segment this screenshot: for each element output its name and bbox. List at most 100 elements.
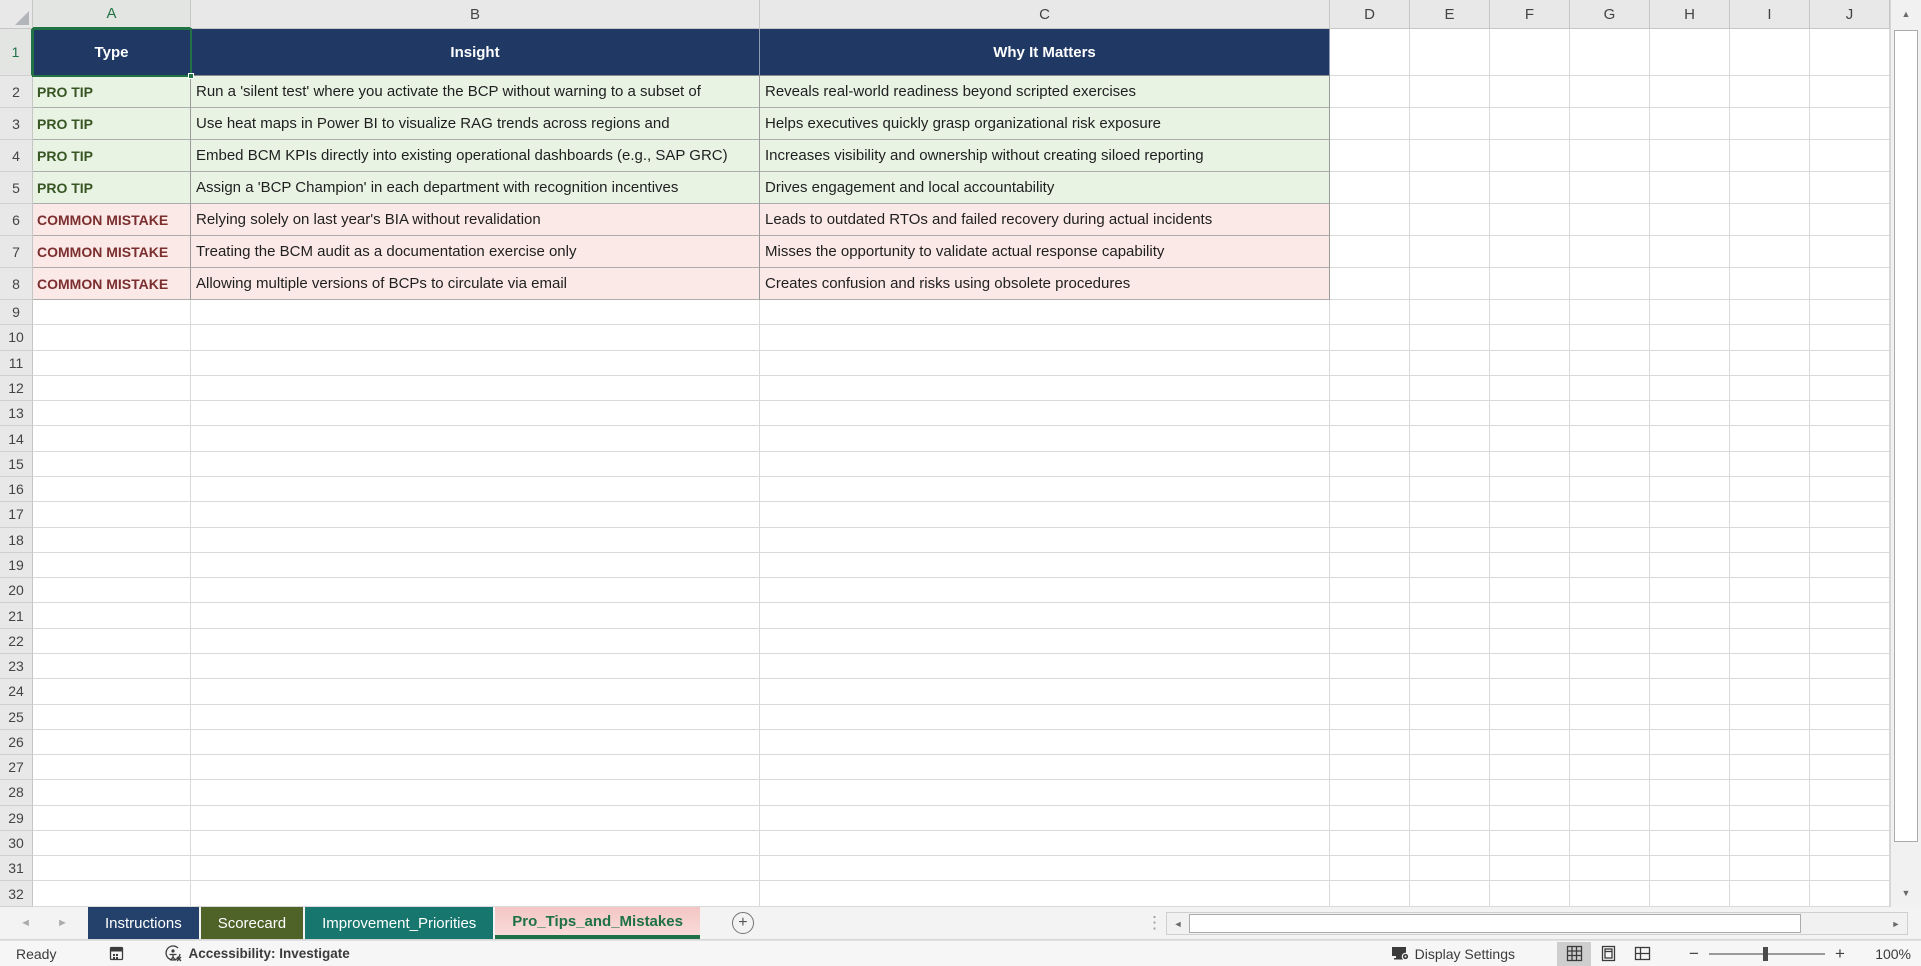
cell-G23[interactable] [1570,653,1650,680]
cell-D15[interactable] [1330,451,1410,477]
cell-B26[interactable] [191,729,760,756]
cell-E27[interactable] [1410,755,1490,781]
cell-H1[interactable] [1650,29,1730,76]
cell-B28[interactable] [191,780,760,806]
row-header-15[interactable]: 15 [0,451,33,477]
cell-C28[interactable] [760,780,1330,806]
sheet-tab-improvement_priorities[interactable]: Improvement_Priorities [305,907,494,939]
cell-E21[interactable] [1410,603,1490,629]
cell-J28[interactable] [1810,780,1890,806]
cell-J23[interactable] [1810,653,1890,680]
cell-E19[interactable] [1410,552,1490,579]
cell-C9[interactable] [760,300,1330,326]
cell-E15[interactable] [1410,451,1490,477]
cell-G14[interactable] [1570,426,1650,452]
cell-C29[interactable] [760,805,1330,831]
cell-D8[interactable] [1330,268,1410,300]
cell-I9[interactable] [1730,300,1810,326]
cell-C15[interactable] [760,451,1330,477]
cell-E3[interactable] [1410,108,1490,140]
cell-C4[interactable]: Increases visibility and ownership witho… [760,140,1330,172]
cell-C8[interactable]: Creates confusion and risks using obsole… [760,268,1330,300]
cell-E32[interactable] [1410,881,1490,907]
cell-E29[interactable] [1410,805,1490,831]
cell-E22[interactable] [1410,628,1490,654]
cell-E18[interactable] [1410,527,1490,553]
cell-E14[interactable] [1410,426,1490,452]
cell-I25[interactable] [1730,704,1810,730]
cell-C5[interactable]: Drives engagement and local accountabili… [760,172,1330,204]
cell-E4[interactable] [1410,140,1490,172]
cell-D31[interactable] [1330,856,1410,882]
cell-A17[interactable] [33,502,191,528]
cell-G17[interactable] [1570,502,1650,528]
cell-I4[interactable] [1730,140,1810,172]
cell-B10[interactable] [191,325,760,351]
cell-I20[interactable] [1730,578,1810,604]
cell-B4[interactable]: Embed BCM KPIs directly into existing op… [191,140,760,172]
cell-G27[interactable] [1570,755,1650,781]
cell-I13[interactable] [1730,401,1810,427]
cell-E31[interactable] [1410,856,1490,882]
cell-A6[interactable]: COMMON MISTAKE [33,204,191,236]
cell-I29[interactable] [1730,805,1810,831]
cell-I3[interactable] [1730,108,1810,140]
cell-F5[interactable] [1490,172,1570,204]
cell-H18[interactable] [1650,527,1730,553]
sheet-tab-instructions[interactable]: Instructions [88,907,199,939]
cell-D19[interactable] [1330,552,1410,579]
cell-H13[interactable] [1650,401,1730,427]
cell-J31[interactable] [1810,856,1890,882]
cell-A18[interactable] [33,527,191,553]
cell-J17[interactable] [1810,502,1890,528]
cell-D24[interactable] [1330,679,1410,705]
cell-B25[interactable] [191,704,760,730]
row-header-21[interactable]: 21 [0,603,33,629]
cell-J1[interactable] [1810,29,1890,76]
cell-F4[interactable] [1490,140,1570,172]
cell-E23[interactable] [1410,653,1490,680]
cell-F29[interactable] [1490,805,1570,831]
cell-H29[interactable] [1650,805,1730,831]
cell-D12[interactable] [1330,375,1410,402]
cell-G21[interactable] [1570,603,1650,629]
cell-A15[interactable] [33,451,191,477]
cell-I15[interactable] [1730,451,1810,477]
cell-I28[interactable] [1730,780,1810,806]
cell-J13[interactable] [1810,401,1890,427]
cell-H11[interactable] [1650,350,1730,376]
next-sheet-button[interactable]: ► [57,917,68,929]
cell-H25[interactable] [1650,704,1730,730]
cell-B14[interactable] [191,426,760,452]
page-layout-view-button[interactable] [1591,942,1625,966]
cell-H22[interactable] [1650,628,1730,654]
row-header-6[interactable]: 6 [0,204,33,236]
cell-I2[interactable] [1730,76,1810,108]
row-header-17[interactable]: 17 [0,502,33,528]
cell-H28[interactable] [1650,780,1730,806]
cell-D23[interactable] [1330,653,1410,680]
cell-A26[interactable] [33,729,191,756]
cell-B1[interactable]: Insight [191,29,760,76]
cell-I30[interactable] [1730,830,1810,857]
row-header-3[interactable]: 3 [0,108,33,140]
cell-A21[interactable] [33,603,191,629]
cell-D26[interactable] [1330,729,1410,756]
cell-A16[interactable] [33,476,191,503]
cell-B31[interactable] [191,856,760,882]
row-header-4[interactable]: 4 [0,140,33,172]
horizontal-scrollbar-track[interactable] [1801,913,1885,934]
row-header-27[interactable]: 27 [0,755,33,781]
cell-A29[interactable] [33,805,191,831]
cell-H16[interactable] [1650,476,1730,503]
cell-A22[interactable] [33,628,191,654]
cell-C18[interactable] [760,527,1330,553]
page-break-preview-button[interactable] [1625,942,1659,966]
row-header-11[interactable]: 11 [0,350,33,376]
row-header-7[interactable]: 7 [0,236,33,268]
row-header-22[interactable]: 22 [0,628,33,654]
cell-H8[interactable] [1650,268,1730,300]
cell-A2[interactable]: PRO TIP [33,76,191,108]
row-header-23[interactable]: 23 [0,653,33,680]
cell-I10[interactable] [1730,325,1810,351]
